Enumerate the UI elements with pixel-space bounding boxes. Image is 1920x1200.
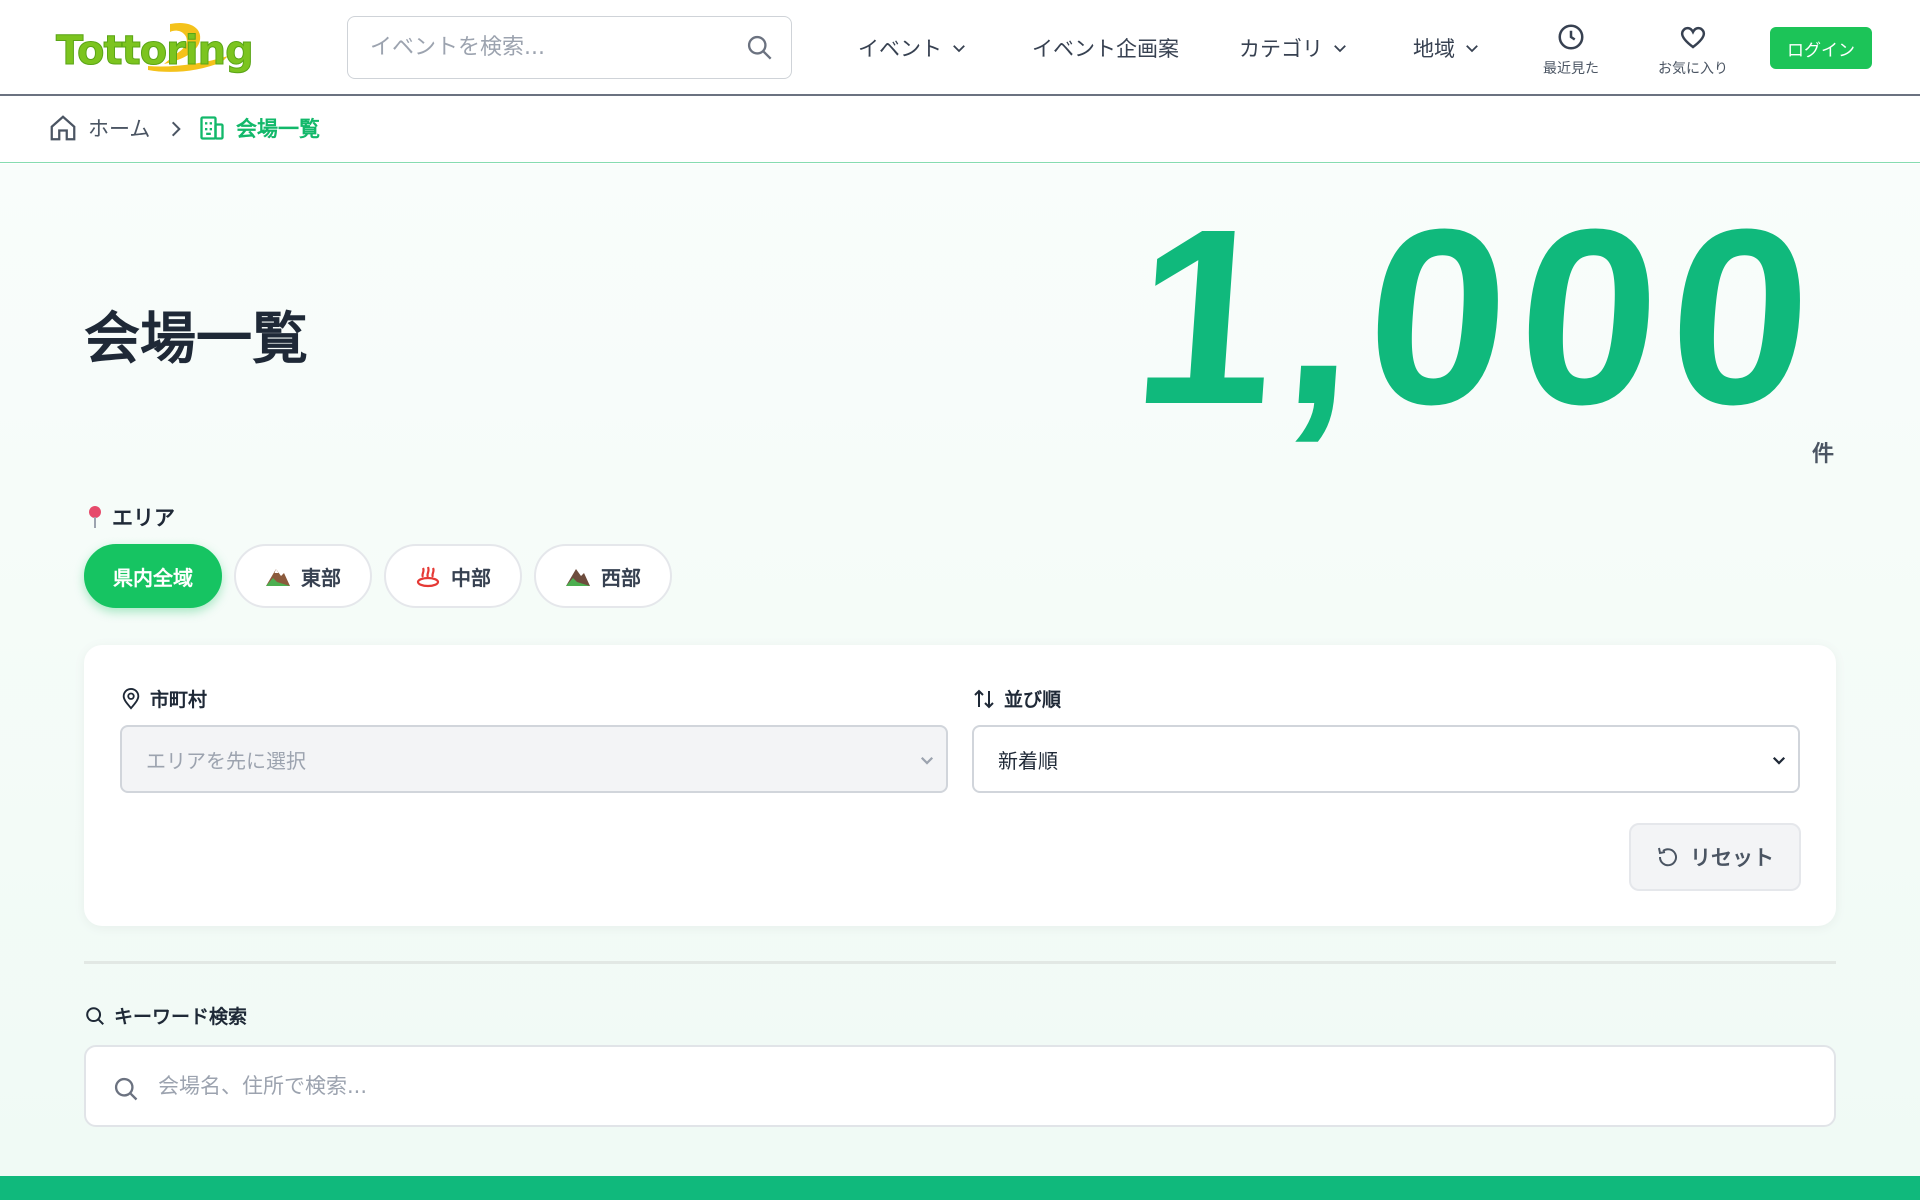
nav-categories[interactable]: カテゴリ	[1239, 30, 1349, 66]
search-icon[interactable]	[745, 33, 773, 61]
area-pill-east[interactable]: 東部	[234, 544, 372, 608]
breadcrumb-current: 会場一覧	[198, 113, 320, 143]
city-select-value: エリアを先に選択	[146, 748, 306, 773]
page-title: 会場一覧	[84, 307, 308, 372]
area-pill-all-label: 県内全域	[113, 565, 193, 590]
section-divider	[84, 961, 1836, 964]
nav-categories-label: カテゴリ	[1239, 37, 1323, 61]
keyword-search-label: キーワード検索	[84, 1002, 247, 1029]
venue-count-unit: 件	[1812, 442, 1835, 467]
area-pill-east-label: 東部	[301, 565, 341, 590]
reset-button[interactable]: リセット	[1629, 823, 1801, 891]
chevron-right-icon	[171, 121, 181, 137]
login-button[interactable]: ログイン	[1770, 27, 1872, 69]
favorites-label: お気に入り	[1658, 61, 1728, 77]
pushpin-icon	[89, 506, 101, 528]
breadcrumb-current-label: 会場一覧	[236, 117, 320, 141]
chevron-down-icon	[920, 756, 934, 765]
city-select[interactable]: エリアを先に選択	[120, 725, 948, 793]
recently-viewed-button[interactable]: 最近見た	[1526, 22, 1616, 78]
area-pill-central-label: 中部	[451, 565, 491, 590]
nav-events[interactable]: イベント	[858, 30, 968, 66]
sort-field-label: 並び順	[972, 685, 1061, 712]
sort-arrows-icon	[974, 689, 994, 708]
header-search-box[interactable]	[347, 16, 792, 79]
area-pill-west[interactable]: 西部	[534, 544, 672, 608]
nav-regions-label: 地域	[1413, 37, 1455, 61]
city-field-label-text: 市町村	[150, 689, 208, 711]
keyword-search-box[interactable]	[84, 1045, 1836, 1127]
city-field-label: 市町村	[120, 685, 207, 712]
sort-field-label-text: 並び順	[1004, 689, 1062, 711]
search-icon	[86, 1006, 104, 1025]
breadcrumb-home-label: ホーム	[88, 117, 151, 141]
keyword-search-label-text: キーワード検索	[114, 1006, 248, 1028]
area-filter-label-text: エリア	[112, 506, 175, 530]
building-icon	[200, 116, 224, 140]
recently-viewed-label: 最近見た	[1543, 61, 1599, 77]
chevron-down-icon	[1772, 756, 1786, 765]
area-pill-all[interactable]: 県内全域	[84, 544, 222, 608]
chevron-down-icon	[1334, 45, 1346, 53]
clock-icon	[1558, 24, 1584, 50]
nav-event-plans[interactable]: イベント企画案	[1032, 30, 1179, 66]
header-search-input[interactable]	[370, 17, 730, 77]
area-pill-central[interactable]: 中部	[384, 544, 522, 608]
map-pin-icon	[122, 687, 140, 710]
area-pill-west-label: 西部	[601, 565, 641, 590]
sort-select-value: 新着順	[998, 748, 1058, 773]
chevron-down-icon	[953, 45, 965, 53]
nav-events-label: イベント	[858, 37, 942, 61]
footer-band	[0, 1176, 1920, 1200]
home-icon	[50, 115, 76, 141]
favorites-button[interactable]: お気に入り	[1648, 22, 1738, 78]
heart-icon	[1680, 26, 1706, 49]
hot-spring-icon	[416, 566, 440, 588]
keyword-search-input[interactable]	[158, 1047, 1758, 1125]
logo-text: Tottoring	[56, 28, 255, 75]
area-filter-label: エリア	[86, 502, 175, 532]
reset-icon	[1658, 847, 1677, 867]
site-header: Tottoring イベント イベント企画案 カテゴリ 地域 最近見た お気に入…	[0, 0, 1920, 96]
main-content: 会場一覧 1,000 件 エリア 県内全域 東部 中部 西部 市町村 エリアを先…	[0, 164, 1920, 1176]
mountain-icon	[566, 569, 590, 586]
site-logo[interactable]: Tottoring	[52, 18, 292, 78]
nav-regions[interactable]: 地域	[1413, 30, 1481, 66]
nav-event-plans-label: イベント企画案	[1032, 37, 1179, 61]
sort-select[interactable]: 新着順	[972, 725, 1800, 793]
venue-count: 1,000	[1126, 177, 1832, 456]
breadcrumb-home[interactable]: ホーム	[48, 113, 150, 143]
mountain-icon	[266, 569, 290, 586]
reset-button-label: リセット	[1690, 846, 1774, 870]
search-icon	[114, 1077, 138, 1101]
filter-card: 市町村 エリアを先に選択 並び順 新着順 リセット	[84, 645, 1836, 926]
chevron-down-icon	[1466, 45, 1478, 53]
breadcrumb: ホーム 会場一覧	[0, 97, 1920, 163]
